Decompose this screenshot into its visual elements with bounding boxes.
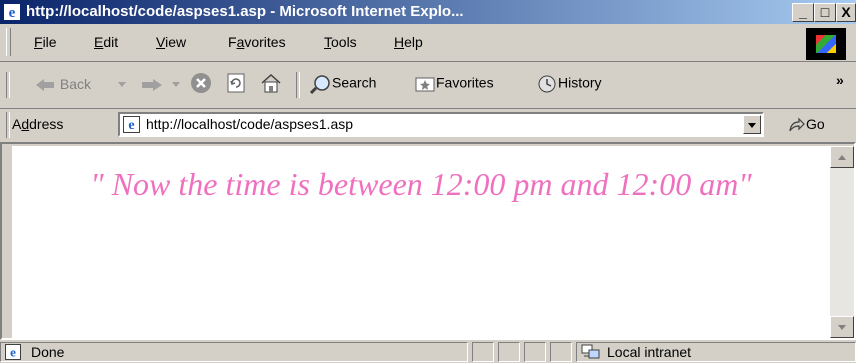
search-icon bbox=[310, 75, 330, 94]
scroll-down-button[interactable] bbox=[830, 316, 854, 338]
chevron-down-icon bbox=[172, 82, 180, 88]
svg-text:e: e bbox=[9, 5, 16, 21]
address-bar: Address e http://localhost/code/aspses1.… bbox=[0, 109, 856, 141]
window-title: http://localhost/code/aspses1.asp - Micr… bbox=[26, 3, 464, 20]
close-button[interactable]: X bbox=[836, 3, 856, 22]
back-dropdown[interactable] bbox=[118, 76, 126, 92]
history-button[interactable]: History bbox=[536, 74, 602, 94]
address-value: http://localhost/code/aspses1.asp bbox=[146, 116, 354, 132]
local-intranet-icon bbox=[581, 344, 600, 359]
toolbar-grip[interactable] bbox=[6, 72, 10, 98]
time-message: " Now the time is between 12:00 pm and 1… bbox=[90, 166, 752, 202]
address-grip[interactable] bbox=[6, 112, 10, 138]
menu-help[interactable]: Help bbox=[394, 34, 423, 50]
stop-button[interactable] bbox=[190, 72, 212, 94]
menu-view[interactable]: View bbox=[156, 34, 186, 50]
menu-tools[interactable]: Tools bbox=[324, 34, 357, 50]
status-bar: e Done Local intranet bbox=[0, 340, 856, 363]
scroll-up-button[interactable] bbox=[830, 146, 854, 168]
menu-favorites[interactable]: Favorites bbox=[228, 34, 286, 50]
ie-logo-icon: e bbox=[4, 4, 20, 21]
toolbar-separator bbox=[296, 72, 300, 98]
minimize-button[interactable]: _ bbox=[792, 3, 814, 22]
ie-page-icon: e bbox=[123, 116, 140, 133]
favorites-star-icon bbox=[415, 77, 435, 92]
refresh-button[interactable] bbox=[226, 72, 246, 94]
back-button[interactable]: Back bbox=[34, 76, 91, 92]
forward-dropdown[interactable] bbox=[172, 76, 180, 92]
favorites-button[interactable]: Favorites bbox=[414, 74, 494, 94]
refresh-icon bbox=[227, 73, 245, 93]
page-body: " Now the time is between 12:00 pm and 1… bbox=[12, 146, 830, 338]
menu-bar: File Edit View Favorites Tools Help bbox=[0, 24, 856, 62]
title-bar: e http://localhost/code/aspses1.asp - Mi… bbox=[0, 0, 856, 24]
windows-logo-icon bbox=[816, 35, 836, 53]
status-pane-main: e Done bbox=[0, 342, 468, 362]
toolbar-more-chevron[interactable]: » bbox=[836, 72, 844, 88]
stop-icon bbox=[191, 73, 211, 93]
zone-text: Local intranet bbox=[607, 344, 692, 360]
status-pane-progress bbox=[472, 342, 494, 362]
history-icon bbox=[538, 75, 556, 93]
address-input[interactable]: e http://localhost/code/aspses1.asp bbox=[118, 112, 764, 137]
standard-toolbar: Back Search Favorites History » bbox=[0, 62, 856, 109]
status-pane-3 bbox=[550, 342, 572, 362]
content-frame: " Now the time is between 12:00 pm and 1… bbox=[0, 142, 856, 340]
address-label: Address bbox=[12, 116, 64, 132]
menu-edit[interactable]: Edit bbox=[94, 34, 118, 50]
forward-arrow-icon bbox=[142, 79, 162, 92]
address-dropdown-button[interactable] bbox=[743, 115, 761, 134]
search-button[interactable]: Search bbox=[310, 74, 376, 94]
back-arrow-icon bbox=[36, 79, 54, 92]
status-pane-zone[interactable]: Local intranet bbox=[576, 342, 856, 362]
svg-text:e: e bbox=[10, 345, 16, 360]
status-pane-2 bbox=[524, 342, 546, 362]
status-text: Done bbox=[31, 344, 65, 360]
menu-file[interactable]: File bbox=[34, 34, 57, 50]
chevron-down-icon bbox=[118, 82, 126, 88]
home-icon bbox=[261, 73, 281, 93]
vertical-scrollbar[interactable] bbox=[830, 146, 854, 338]
go-arrow-icon bbox=[789, 117, 805, 132]
go-button[interactable]: Go bbox=[788, 116, 825, 133]
status-pane-1 bbox=[498, 342, 520, 362]
forward-button[interactable] bbox=[140, 76, 164, 92]
home-button[interactable] bbox=[260, 72, 282, 94]
throbber bbox=[806, 28, 846, 60]
ie-page-icon: e bbox=[5, 344, 21, 360]
svg-text:e: e bbox=[128, 118, 134, 133]
menu-grip[interactable] bbox=[6, 28, 11, 56]
maximize-button[interactable]: □ bbox=[814, 3, 836, 22]
